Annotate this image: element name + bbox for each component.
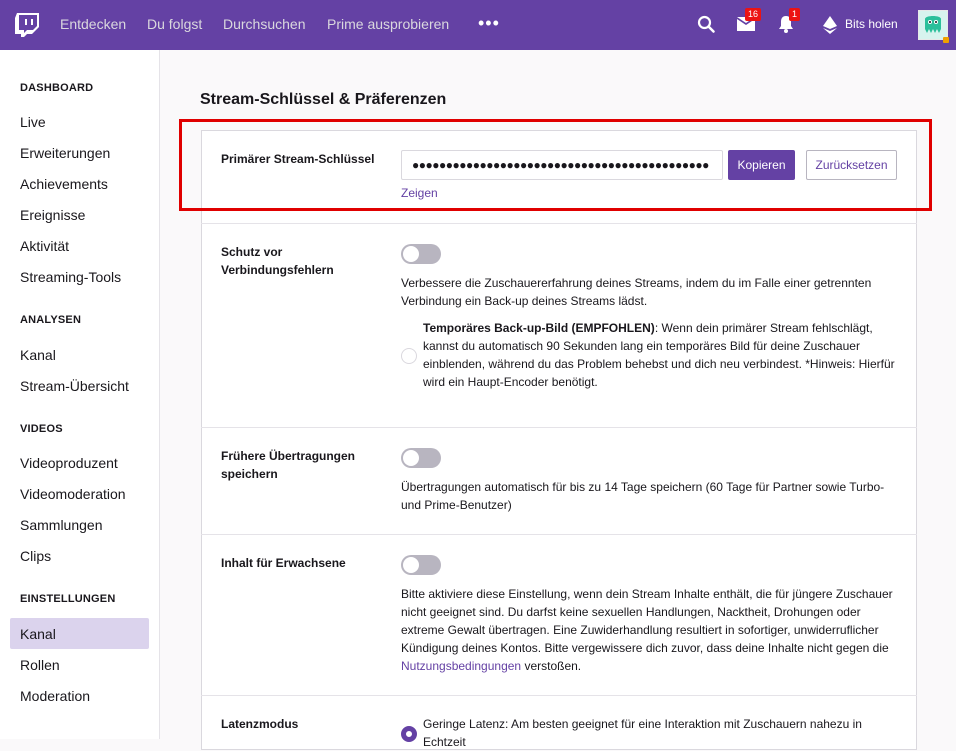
mature-content-toggle[interactable] — [401, 555, 441, 575]
sidebar-item-stream-uebersicht[interactable]: Stream-Übersicht — [20, 378, 129, 394]
sidebar-item-moderation[interactable]: Moderation — [20, 688, 90, 704]
sidebar-heading-videos: VIDEOS — [20, 423, 63, 435]
section-divider — [201, 427, 917, 428]
sidebar-item-analysen-kanal[interactable]: Kanal — [20, 347, 56, 363]
disconnect-protection-toggle[interactable] — [401, 244, 441, 264]
mature-description-end: verstoßen. — [521, 659, 582, 673]
get-bits-button[interactable]: Bits holen — [845, 17, 898, 31]
mature-content-description: Bitte aktiviere diese Einstellung, wenn … — [401, 585, 901, 675]
page-title: Stream-Schlüssel & Präferenzen — [200, 91, 447, 108]
sidebar-item-erweiterungen[interactable]: Erweiterungen — [20, 145, 110, 161]
section-divider — [201, 695, 917, 696]
online-status-dot — [943, 37, 949, 43]
backup-image-option: Temporäres Back-up-Bild (EMPFOHLEN): Wen… — [423, 319, 897, 391]
mature-content-label: Inhalt für Erwachsene — [221, 556, 346, 570]
store-past-broadcasts-description: Übertragungen automatisch für bis zu 14 … — [401, 480, 885, 512]
sidebar-item-clips[interactable]: Clips — [20, 548, 51, 564]
nav-link-du-folgst[interactable]: Du folgst — [147, 16, 202, 32]
sidebar-item-live[interactable]: Live — [20, 114, 46, 130]
section-divider — [201, 534, 917, 535]
sidebar-item-streaming-tools[interactable]: Streaming-Tools — [20, 269, 121, 285]
sidebar-item-sammlungen[interactable]: Sammlungen — [20, 517, 103, 533]
sidebar-item-videoproduzent[interactable]: Videoproduzent — [20, 455, 118, 471]
store-past-broadcasts-label: Frühere Übertragungen speichern — [221, 449, 356, 481]
top-navigation: Entdecken Du folgst Durchsuchen Prime au… — [0, 0, 956, 50]
low-latency-option-text: Geringe Latenz: Am besten geeignet für e… — [423, 717, 862, 749]
nav-link-entdecken[interactable]: Entdecken — [60, 16, 126, 32]
sidebar-heading-dashboard: DASHBOARD — [20, 82, 94, 94]
highlight-box — [179, 119, 932, 211]
sidebar-heading-analysen: ANALYSEN — [20, 314, 82, 326]
latency-mode-label: Latenzmodus — [221, 717, 299, 731]
terms-of-service-link[interactable]: Nutzungsbedingungen — [401, 659, 521, 673]
more-menu-icon[interactable]: ••• — [478, 13, 500, 34]
notifications-badge: 1 — [789, 8, 801, 21]
sidebar-item-achievements[interactable]: Achievements — [20, 176, 108, 192]
twitch-logo-icon[interactable] — [14, 12, 40, 38]
sidebar-item-aktivitaet[interactable]: Aktivität — [20, 238, 69, 254]
bits-gem-icon[interactable] — [822, 16, 838, 39]
backup-image-radio[interactable] — [401, 348, 417, 364]
user-avatar[interactable] — [918, 10, 948, 40]
disconnect-protection-description: Verbessere die Zuschauererfahrung deines… — [401, 276, 872, 308]
sidebar-item-rollen[interactable]: Rollen — [20, 657, 60, 673]
backup-image-option-title: Temporäres Back-up-Bild (EMPFOHLEN) — [423, 321, 655, 335]
sidebar-item-einstellungen-kanal[interactable]: Kanal — [20, 626, 56, 642]
store-past-broadcasts-toggle[interactable] — [401, 448, 441, 468]
nav-link-durchsuchen[interactable]: Durchsuchen — [223, 16, 306, 32]
section-divider — [201, 223, 917, 224]
low-latency-radio[interactable] — [401, 726, 417, 742]
sidebar-heading-einstellungen: EINSTELLUNGEN — [20, 593, 116, 605]
search-icon[interactable] — [697, 15, 715, 38]
nav-link-prime[interactable]: Prime ausprobieren — [327, 16, 449, 32]
mature-description-text: Bitte aktiviere diese Einstellung, wenn … — [401, 587, 893, 655]
sidebar-item-ereignisse[interactable]: Ereignisse — [20, 207, 85, 223]
inbox-badge: 16 — [745, 8, 762, 21]
disconnect-protection-label: Schutz vor Verbindungsfehlern — [221, 245, 334, 277]
sidebar-item-videomoderation[interactable]: Videomoderation — [20, 486, 126, 502]
